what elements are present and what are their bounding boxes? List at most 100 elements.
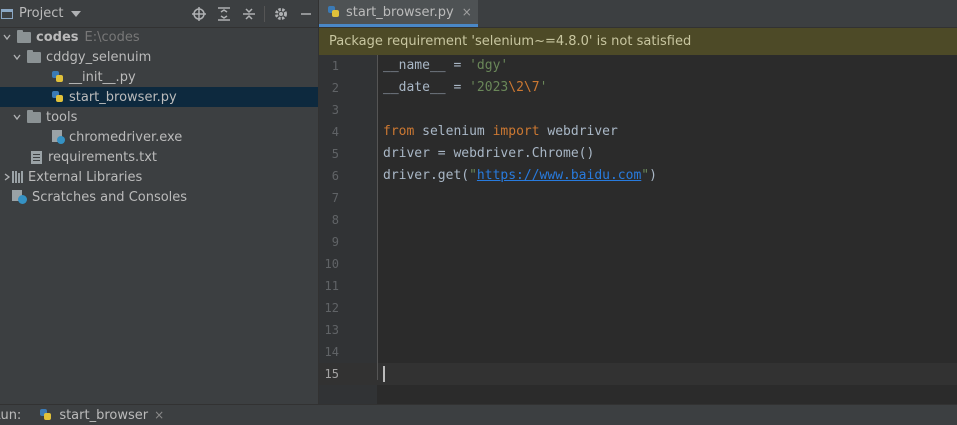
line-number-current: 15 bbox=[324, 367, 339, 381]
folder-icon bbox=[27, 109, 41, 123]
run-tool-window-bar: Run: start_browser × bbox=[0, 404, 957, 425]
line-number: 13 bbox=[324, 323, 339, 337]
python-file-icon bbox=[51, 70, 65, 84]
python-file-icon bbox=[51, 90, 65, 104]
text-cursor bbox=[383, 366, 385, 382]
gutter-divider bbox=[377, 55, 378, 380]
toolbar-divider bbox=[264, 5, 265, 22]
tree-item-package[interactable]: cddgy_selenuim bbox=[0, 47, 318, 67]
line-number: 9 bbox=[331, 235, 339, 249]
text-file-icon bbox=[31, 150, 42, 164]
tree-item-label: Scratches and Consoles bbox=[32, 189, 188, 205]
code-identifier: __date__ bbox=[383, 80, 446, 95]
current-line-highlight bbox=[319, 363, 957, 385]
code-string: ' bbox=[539, 80, 548, 95]
code-string: '2023 bbox=[469, 80, 509, 95]
line-number: 14 bbox=[324, 345, 339, 359]
executable-file-icon bbox=[51, 130, 65, 144]
close-icon[interactable]: × bbox=[462, 5, 472, 19]
tree-item-label: __init__.py bbox=[69, 69, 136, 85]
python-file-icon bbox=[39, 408, 53, 422]
line-number: 7 bbox=[331, 191, 339, 205]
project-window-icon bbox=[1, 8, 13, 19]
tab-label: start_browser.py bbox=[346, 4, 454, 20]
tree-item-label: requirements.txt bbox=[48, 149, 158, 165]
library-icon bbox=[12, 171, 23, 183]
tree-item-label: cddgy_selenuim bbox=[46, 49, 152, 65]
code-line-1: __name__ = 'dgy' bbox=[383, 55, 508, 77]
tree-item-label: start_browser.py bbox=[69, 89, 177, 105]
code-operator: = bbox=[445, 80, 470, 95]
code-escape: \7 bbox=[523, 80, 540, 95]
project-panel: Project codes E:\codes cddgy_selenuim __… bbox=[0, 0, 319, 404]
code-escape: \2 bbox=[508, 80, 524, 95]
code-line-6: driver.get("https://www.baidu.com") bbox=[383, 165, 657, 187]
tree-item-path: E:\codes bbox=[84, 29, 140, 45]
tree-item-init[interactable]: __init__.py bbox=[0, 67, 318, 87]
code-line-4: from selenium import webdriver bbox=[383, 121, 618, 143]
code-identifier: webdriver bbox=[539, 124, 618, 139]
chevron-down-icon[interactable] bbox=[71, 10, 82, 17]
line-number: 2 bbox=[331, 81, 339, 95]
package-folder-icon bbox=[27, 49, 41, 63]
tree-item-label: chromedriver.exe bbox=[69, 129, 183, 145]
collapse-all-icon[interactable] bbox=[236, 0, 261, 27]
tree-item-codes[interactable]: codes E:\codes bbox=[0, 27, 318, 47]
line-number: 8 bbox=[331, 213, 339, 227]
code-line-5: driver = webdriver.Chrome() bbox=[383, 146, 595, 161]
line-number: 1 bbox=[331, 59, 339, 73]
code-string: " bbox=[641, 168, 650, 183]
python-file-icon bbox=[327, 5, 341, 19]
tree-item-scratches[interactable]: Scratches and Consoles bbox=[0, 187, 318, 207]
chevron-down-icon[interactable] bbox=[13, 53, 21, 61]
editor-tab-bar: start_browser.py × bbox=[319, 0, 957, 28]
run-tab-start-browser[interactable]: start_browser × bbox=[39, 408, 164, 423]
tree-item-label: External Libraries bbox=[28, 169, 143, 185]
run-tab-label: start_browser bbox=[59, 407, 149, 423]
tree-item-start-browser[interactable]: start_browser.py bbox=[0, 87, 318, 107]
tree-item-chromedriver[interactable]: chromedriver.exe bbox=[0, 127, 318, 147]
chevron-down-icon[interactable] bbox=[3, 33, 11, 41]
tab-start-browser[interactable]: start_browser.py × bbox=[319, 0, 478, 27]
scratches-icon bbox=[12, 190, 28, 204]
tree-item-external-libraries[interactable]: External Libraries bbox=[0, 167, 318, 187]
line-number: 4 bbox=[331, 125, 339, 139]
code-string: 'dgy' bbox=[469, 58, 509, 73]
close-icon[interactable]: × bbox=[154, 408, 164, 422]
code-editor[interactable]: 1 2 3 4 5 6 7 8 9 10 11 12 13 14 15 __na… bbox=[319, 55, 957, 404]
tree-item-requirements[interactable]: requirements.txt bbox=[0, 147, 318, 167]
tree-item-label: codes bbox=[36, 29, 79, 45]
package-warning-banner: Package requirement 'selenium~=4.8.0' is… bbox=[319, 28, 957, 55]
line-number: 5 bbox=[331, 147, 339, 161]
code-keyword: from bbox=[383, 124, 415, 139]
code-call: ) bbox=[649, 168, 657, 183]
tree-item-tools[interactable]: tools bbox=[0, 107, 318, 127]
code-operator: = bbox=[445, 58, 470, 73]
expand-all-icon[interactable] bbox=[211, 0, 236, 27]
code-module: selenium bbox=[414, 124, 493, 139]
code-url-link[interactable]: https://www.baidu.com bbox=[477, 168, 641, 183]
folder-icon bbox=[17, 29, 31, 43]
line-number: 6 bbox=[331, 169, 339, 183]
gear-icon[interactable] bbox=[268, 0, 293, 27]
code-identifier: __name__ bbox=[383, 58, 446, 73]
editor-area: start_browser.py × Package requirement '… bbox=[319, 0, 957, 404]
code-string: " bbox=[469, 168, 477, 183]
run-label: Run: bbox=[0, 407, 22, 423]
project-toolbar: Project bbox=[0, 0, 318, 28]
code-call: driver.get( bbox=[383, 168, 470, 183]
code-keyword: import bbox=[492, 124, 540, 139]
chevron-down-icon[interactable] bbox=[13, 113, 21, 121]
project-title: Project bbox=[19, 6, 64, 21]
warning-text: Package requirement 'selenium~=4.8.0' is… bbox=[329, 34, 692, 49]
project-view-selector[interactable]: Project bbox=[0, 6, 82, 21]
chevron-right-icon[interactable] bbox=[3, 173, 11, 181]
line-number: 3 bbox=[331, 103, 339, 117]
tree-item-label: tools bbox=[46, 109, 78, 125]
locate-file-icon[interactable] bbox=[186, 0, 211, 27]
line-number: 10 bbox=[324, 257, 339, 271]
line-number: 11 bbox=[324, 279, 339, 293]
code-line-2: __date__ = '2023\2\7' bbox=[383, 77, 547, 99]
hide-panel-icon[interactable] bbox=[293, 0, 318, 27]
line-number: 12 bbox=[324, 301, 339, 315]
